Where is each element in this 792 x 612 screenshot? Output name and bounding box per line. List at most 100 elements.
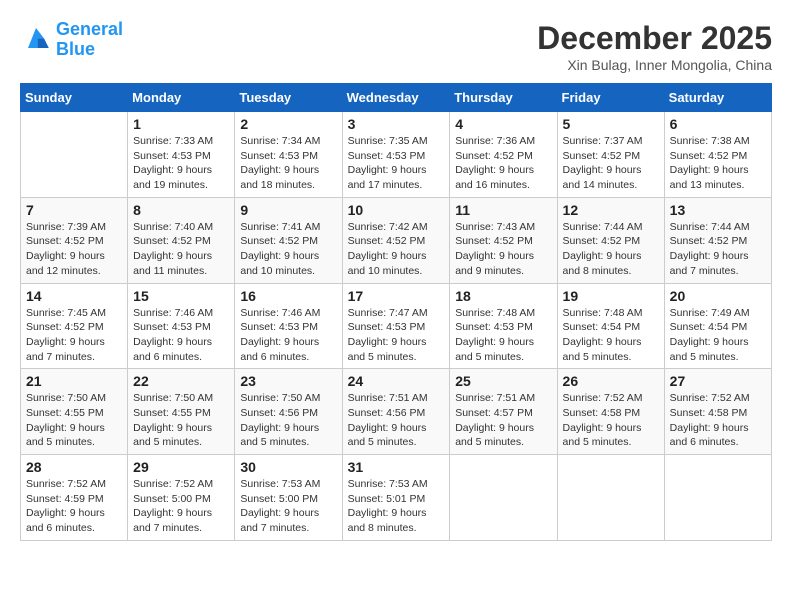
calendar-cell: 22Sunrise: 7:50 AMSunset: 4:55 PMDayligh… xyxy=(128,369,235,455)
day-number: 4 xyxy=(455,116,551,132)
day-number: 27 xyxy=(670,373,766,389)
day-number: 3 xyxy=(348,116,445,132)
day-info: Sunrise: 7:48 AMSunset: 4:54 PMDaylight:… xyxy=(563,306,659,365)
logo-blue: Blue xyxy=(56,40,123,60)
day-number: 20 xyxy=(670,288,766,304)
calendar-cell: 3Sunrise: 7:35 AMSunset: 4:53 PMDaylight… xyxy=(342,112,450,198)
day-info: Sunrise: 7:33 AMSunset: 4:53 PMDaylight:… xyxy=(133,134,229,193)
day-number: 31 xyxy=(348,459,445,475)
day-info: Sunrise: 7:52 AMSunset: 5:00 PMDaylight:… xyxy=(133,477,229,536)
calendar-cell: 11 Sunrise: 7:43 AMSunset: 4:52 PMDayligh… xyxy=(450,197,557,283)
logo-text: General Blue xyxy=(56,20,123,60)
logo-general: General xyxy=(56,19,123,39)
day-info: Sunrise: 7:50 AMSunset: 4:56 PMDaylight:… xyxy=(240,391,336,450)
calendar-cell: 2 Sunrise: 7:34 AMSunset: 4:53 PMDaylight… xyxy=(235,112,342,198)
day-number: 12 xyxy=(563,202,659,218)
day-info: Sunrise: 7:36 AMSunset: 4:52 PMDaylight:… xyxy=(455,134,551,193)
day-number: 15 xyxy=(133,288,229,304)
title-block: December 2025 Xin Bulag, Inner Mongolia,… xyxy=(537,20,772,73)
day-info: Sunrise: 7:34 AMSunset: 4:53 PMDaylight:… xyxy=(240,134,336,193)
calendar-cell: 23 Sunrise: 7:50 AMSunset: 4:56 PMDayligh… xyxy=(235,369,342,455)
calendar-cell: 4 Sunrise: 7:36 AMSunset: 4:52 PMDaylight… xyxy=(450,112,557,198)
calendar-cell: 13 Sunrise: 7:44 AMSunset: 4:52 PMDayligh… xyxy=(664,197,771,283)
day-info: Sunrise: 7:49 AMSunset: 4:54 PMDaylight:… xyxy=(670,306,766,365)
day-info: Sunrise: 7:51 AMSunset: 4:57 PMDaylight:… xyxy=(455,391,551,450)
day-number: 25 xyxy=(455,373,551,389)
calendar-cell: 5 Sunrise: 7:37 AMSunset: 4:52 PMDaylight… xyxy=(557,112,664,198)
calendar-cell: 28Sunrise: 7:52 AMSunset: 4:59 PMDayligh… xyxy=(21,455,128,541)
calendar-cell xyxy=(21,112,128,198)
day-info: Sunrise: 7:52 AMSunset: 4:59 PMDaylight:… xyxy=(26,477,122,536)
calendar-cell: 14Sunrise: 7:45 AMSunset: 4:52 PMDayligh… xyxy=(21,283,128,369)
day-info: Sunrise: 7:46 AMSunset: 4:53 PMDaylight:… xyxy=(240,306,336,365)
day-info: Sunrise: 7:37 AMSunset: 4:52 PMDaylight:… xyxy=(563,134,659,193)
day-info: Sunrise: 7:47 AMSunset: 4:53 PMDaylight:… xyxy=(348,306,445,365)
day-number: 29 xyxy=(133,459,229,475)
day-number: 8 xyxy=(133,202,229,218)
calendar-cell: 15 Sunrise: 7:46 AMSunset: 4:53 PMDayligh… xyxy=(128,283,235,369)
calendar-cell: 6Sunrise: 7:38 AMSunset: 4:52 PMDaylight… xyxy=(664,112,771,198)
calendar-cell: 9Sunrise: 7:41 AMSunset: 4:52 PMDaylight… xyxy=(235,197,342,283)
day-info: Sunrise: 7:44 AMSunset: 4:52 PMDaylight:… xyxy=(670,220,766,279)
calendar-cell: 30Sunrise: 7:53 AMSunset: 5:00 PMDayligh… xyxy=(235,455,342,541)
calendar-cell: 31Sunrise: 7:53 AMSunset: 5:01 PMDayligh… xyxy=(342,455,450,541)
day-number: 13 xyxy=(670,202,766,218)
day-number: 24 xyxy=(348,373,445,389)
weekday-header-tuesday: Tuesday xyxy=(235,84,342,112)
day-number: 5 xyxy=(563,116,659,132)
day-info: Sunrise: 7:44 AMSunset: 4:52 PMDaylight:… xyxy=(563,220,659,279)
day-info: Sunrise: 7:41 AMSunset: 4:52 PMDaylight:… xyxy=(240,220,336,279)
weekday-header-monday: Monday xyxy=(128,84,235,112)
calendar-cell: 1Sunrise: 7:33 AMSunset: 4:53 PMDaylight… xyxy=(128,112,235,198)
calendar-cell xyxy=(664,455,771,541)
day-number: 18 xyxy=(455,288,551,304)
weekday-header-wednesday: Wednesday xyxy=(342,84,450,112)
day-info: Sunrise: 7:53 AMSunset: 5:00 PMDaylight:… xyxy=(240,477,336,536)
day-info: Sunrise: 7:51 AMSunset: 4:56 PMDaylight:… xyxy=(348,391,445,450)
calendar-cell xyxy=(450,455,557,541)
day-number: 19 xyxy=(563,288,659,304)
day-number: 10 xyxy=(348,202,445,218)
day-number: 23 xyxy=(240,373,336,389)
day-number: 11 xyxy=(455,202,551,218)
calendar-table: SundayMondayTuesdayWednesdayThursdayFrid… xyxy=(20,83,772,541)
page-header: General Blue December 2025 Xin Bulag, In… xyxy=(20,20,772,73)
day-info: Sunrise: 7:39 AMSunset: 4:52 PMDaylight:… xyxy=(26,220,122,279)
logo-icon xyxy=(20,24,52,56)
calendar-cell: 12 Sunrise: 7:44 AMSunset: 4:52 PMDayligh… xyxy=(557,197,664,283)
day-info: Sunrise: 7:40 AMSunset: 4:52 PMDaylight:… xyxy=(133,220,229,279)
calendar-cell: 20 Sunrise: 7:49 AMSunset: 4:54 PMDayligh… xyxy=(664,283,771,369)
calendar-cell: 16Sunrise: 7:46 AMSunset: 4:53 PMDayligh… xyxy=(235,283,342,369)
day-info: Sunrise: 7:50 AMSunset: 4:55 PMDaylight:… xyxy=(26,391,122,450)
calendar-cell: 24 Sunrise: 7:51 AMSunset: 4:56 PMDayligh… xyxy=(342,369,450,455)
day-info: Sunrise: 7:48 AMSunset: 4:53 PMDaylight:… xyxy=(455,306,551,365)
calendar-week-2: 7Sunrise: 7:39 AMSunset: 4:52 PMDaylight… xyxy=(21,197,772,283)
location: Xin Bulag, Inner Mongolia, China xyxy=(537,57,772,73)
calendar-cell: 29 Sunrise: 7:52 AMSunset: 5:00 PMDayligh… xyxy=(128,455,235,541)
calendar-cell: 21Sunrise: 7:50 AMSunset: 4:55 PMDayligh… xyxy=(21,369,128,455)
day-info: Sunrise: 7:43 AMSunset: 4:52 PMDaylight:… xyxy=(455,220,551,279)
calendar-week-5: 28Sunrise: 7:52 AMSunset: 4:59 PMDayligh… xyxy=(21,455,772,541)
logo: General Blue xyxy=(20,20,123,60)
day-number: 2 xyxy=(240,116,336,132)
day-info: Sunrise: 7:50 AMSunset: 4:55 PMDaylight:… xyxy=(133,391,229,450)
calendar-week-3: 14Sunrise: 7:45 AMSunset: 4:52 PMDayligh… xyxy=(21,283,772,369)
day-number: 17 xyxy=(348,288,445,304)
calendar-cell: 26 Sunrise: 7:52 AMSunset: 4:58 PMDayligh… xyxy=(557,369,664,455)
calendar-week-4: 21Sunrise: 7:50 AMSunset: 4:55 PMDayligh… xyxy=(21,369,772,455)
calendar-cell: 7Sunrise: 7:39 AMSunset: 4:52 PMDaylight… xyxy=(21,197,128,283)
calendar-cell: 25 Sunrise: 7:51 AMSunset: 4:57 PMDayligh… xyxy=(450,369,557,455)
calendar-cell: 19 Sunrise: 7:48 AMSunset: 4:54 PMDayligh… xyxy=(557,283,664,369)
calendar-week-1: 1Sunrise: 7:33 AMSunset: 4:53 PMDaylight… xyxy=(21,112,772,198)
calendar-cell: 27 Sunrise: 7:52 AMSunset: 4:58 PMDayligh… xyxy=(664,369,771,455)
calendar-cell: 17 Sunrise: 7:47 AMSunset: 4:53 PMDayligh… xyxy=(342,283,450,369)
weekday-header-friday: Friday xyxy=(557,84,664,112)
day-info: Sunrise: 7:46 AMSunset: 4:53 PMDaylight:… xyxy=(133,306,229,365)
day-info: Sunrise: 7:52 AMSunset: 4:58 PMDaylight:… xyxy=(670,391,766,450)
day-info: Sunrise: 7:42 AMSunset: 4:52 PMDaylight:… xyxy=(348,220,445,279)
day-info: Sunrise: 7:45 AMSunset: 4:52 PMDaylight:… xyxy=(26,306,122,365)
day-number: 26 xyxy=(563,373,659,389)
weekday-header-row: SundayMondayTuesdayWednesdayThursdayFrid… xyxy=(21,84,772,112)
day-info: Sunrise: 7:52 AMSunset: 4:58 PMDaylight:… xyxy=(563,391,659,450)
calendar-cell: 10 Sunrise: 7:42 AMSunset: 4:52 PMDayligh… xyxy=(342,197,450,283)
